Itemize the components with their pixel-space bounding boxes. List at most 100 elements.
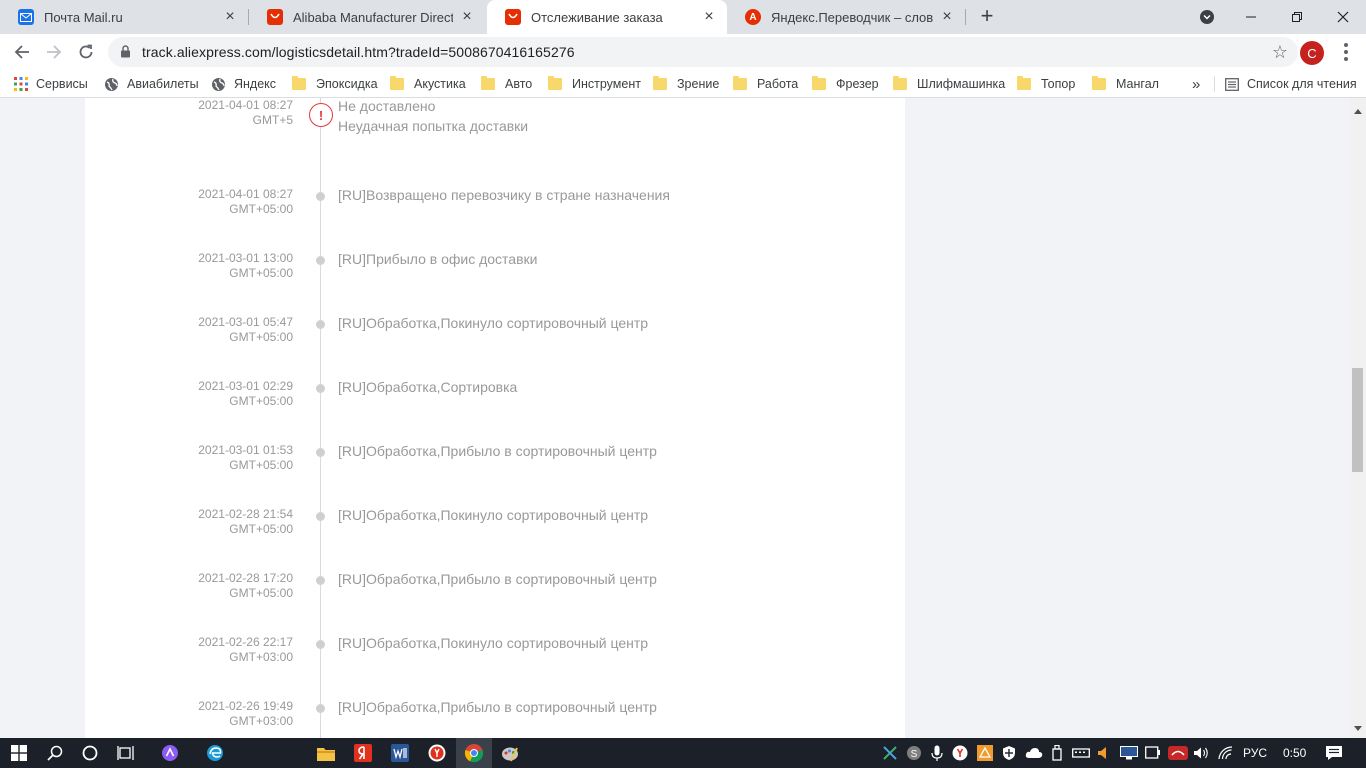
tab-alibaba[interactable]: Alibaba Manufacturer Directory - ×	[249, 0, 485, 34]
windows-start-icon[interactable]	[9, 743, 29, 763]
scrollbar-thumb[interactable]	[1352, 368, 1363, 472]
bookmark-label: Работа	[757, 77, 799, 91]
event-status: [RU]Обработка,Прибыло в сортировочный це…	[338, 571, 657, 587]
lock-icon[interactable]	[120, 45, 131, 63]
new-tab-button[interactable]: +	[976, 5, 998, 27]
tab-search-button[interactable]	[1196, 0, 1218, 34]
wifi-icon[interactable]	[1217, 745, 1235, 761]
event-time: 2021-02-26 22:17 GMT+03:00	[198, 635, 293, 665]
aliexpress-icon	[267, 9, 283, 25]
event-status: [RU]Обработка,Покинуло сортировочный цен…	[338, 635, 649, 651]
bookmark-yandex[interactable]: Яндекс	[211, 75, 276, 93]
bookmark-folder-rabota[interactable]: Работа	[733, 75, 798, 93]
tab-mail[interactable]: Почта Mail.ru ×	[0, 0, 248, 34]
address-bar[interactable]: track.aliexpress.com/logisticsdetail.htm…	[108, 37, 1298, 67]
bookmark-folder-mangal[interactable]: Мангал	[1092, 75, 1159, 93]
bookmark-star-icon[interactable]: ☆	[1272, 42, 1288, 63]
event-time: 2021-03-01 01:53 GMT+05:00	[198, 443, 293, 473]
event-timezone: GMT+5	[252, 113, 293, 127]
yandex-browser-icon[interactable]	[427, 743, 447, 763]
close-tab-icon[interactable]: ×	[222, 8, 238, 25]
file-explorer-icon[interactable]	[316, 743, 336, 763]
more-bookmarks-button[interactable]: »	[1192, 75, 1200, 93]
folder-icon	[292, 76, 306, 90]
event-timezone: GMT+05:00	[229, 522, 293, 536]
chrome-icon[interactable]	[456, 738, 492, 768]
url-text[interactable]: track.aliexpress.com/logisticsdetail.htm…	[142, 44, 575, 60]
phone-app-icon[interactable]	[1168, 745, 1188, 761]
browser-menu-icon[interactable]	[1340, 42, 1352, 62]
reload-button[interactable]	[74, 40, 98, 64]
scroll-down-arrow-icon[interactable]	[1354, 726, 1362, 731]
aliexpress-icon	[505, 9, 521, 25]
event-detail: Неудачная попытка доставки	[338, 118, 529, 134]
search-icon[interactable]	[45, 743, 65, 763]
bookmark-folder-frezer[interactable]: Фрезер	[812, 75, 879, 93]
paint-app-icon[interactable]	[500, 743, 520, 763]
tab-title: Почта Mail.ru	[44, 9, 123, 25]
skype-icon[interactable]: S	[906, 745, 922, 761]
event-timezone: GMT+03:00	[229, 714, 293, 728]
profile-avatar[interactable]: C	[1300, 41, 1324, 65]
bookmark-label: Эпоксидка	[316, 77, 378, 91]
tab-yandex-translate[interactable]: A Яндекс.Переводчик – словарь и ×	[727, 0, 965, 34]
bookmark-label: Авто	[505, 77, 533, 91]
page-scrollbar[interactable]	[1350, 98, 1366, 738]
bookmark-folder-shlifmashinka[interactable]: Шлифмашинка	[893, 75, 1005, 93]
tab-order-tracking[interactable]: Отслеживание заказа ×	[487, 0, 727, 34]
back-button[interactable]	[10, 40, 34, 64]
globe-icon	[105, 77, 118, 91]
forward-button[interactable]	[42, 40, 66, 64]
input-language-indicator[interactable]: РУС	[1243, 746, 1267, 760]
event-date: 2021-03-01 01:53	[198, 443, 293, 457]
bookmark-folder-topor[interactable]: Топор	[1017, 75, 1075, 93]
reading-list-icon	[1225, 77, 1239, 91]
bookmark-folder-instrument[interactable]: Инструмент	[548, 75, 641, 93]
yandex-icon[interactable]	[353, 743, 373, 763]
event-time: 2021-03-01 02:29 GMT+05:00	[198, 379, 293, 409]
speaker-muted-icon[interactable]	[1096, 745, 1112, 761]
bookmark-apps[interactable]: Сервисы	[14, 75, 88, 93]
bookmark-folder-avto[interactable]: Авто	[481, 75, 532, 93]
tab-divider	[965, 9, 966, 25]
flashcards-icon[interactable]	[976, 745, 994, 761]
volume-icon[interactable]	[1192, 745, 1210, 761]
folder-icon	[390, 76, 404, 90]
notification-center-icon[interactable]	[1324, 745, 1344, 761]
close-tab-icon[interactable]: ×	[459, 8, 475, 25]
event-date: 2021-04-01 08:27	[198, 187, 293, 201]
taskbar-clock[interactable]: 0:50	[1283, 746, 1306, 760]
event-date: 2021-03-01 02:29	[198, 379, 293, 393]
word-icon[interactable]	[390, 743, 410, 763]
minimize-button[interactable]	[1228, 0, 1274, 34]
edge-browser-icon[interactable]	[205, 743, 225, 763]
task-view-icon[interactable]	[116, 743, 136, 763]
folder-icon	[893, 76, 907, 90]
close-tab-icon[interactable]: ×	[939, 8, 955, 25]
bookmark-folder-akustika[interactable]: Акустика	[390, 75, 466, 93]
event-date: 2021-03-01 05:47	[198, 315, 293, 329]
alice-assistant-icon[interactable]	[160, 743, 180, 763]
cortana-icon[interactable]	[80, 743, 100, 763]
bookmark-folder-zrenie[interactable]: Зрение	[653, 75, 719, 93]
usb-device-icon[interactable]	[1050, 745, 1064, 761]
yandex-tray-icon[interactable]	[952, 745, 968, 761]
bookmark-label: Шлифмашинка	[917, 77, 1006, 91]
keyboard-device-icon[interactable]	[1072, 745, 1090, 761]
reading-list-button[interactable]: Список для чтения	[1225, 75, 1357, 93]
display-monitor-icon[interactable]	[1120, 745, 1138, 761]
close-tab-icon[interactable]: ×	[701, 8, 717, 25]
security-shield-icon[interactable]	[1000, 745, 1018, 761]
microphone-icon[interactable]	[930, 745, 944, 761]
event-date: 2021-02-26 22:17	[198, 635, 293, 649]
close-window-button[interactable]	[1320, 0, 1366, 34]
cloud-icon[interactable]	[1025, 745, 1043, 761]
battery-icon[interactable]	[1144, 745, 1162, 761]
event-status: [RU]Обработка,Прибыло в сортировочный це…	[338, 443, 657, 459]
event-time: 2021-04-01 08:27 GMT+5	[198, 98, 293, 128]
bookmark-aviabilety[interactable]: Авиабилеты	[104, 75, 199, 93]
restore-button[interactable]	[1274, 0, 1320, 34]
scroll-up-arrow-icon[interactable]	[1354, 109, 1362, 114]
network-activity-icon[interactable]	[882, 745, 898, 761]
bookmark-folder-epoksidka[interactable]: Эпоксидка	[292, 75, 378, 93]
